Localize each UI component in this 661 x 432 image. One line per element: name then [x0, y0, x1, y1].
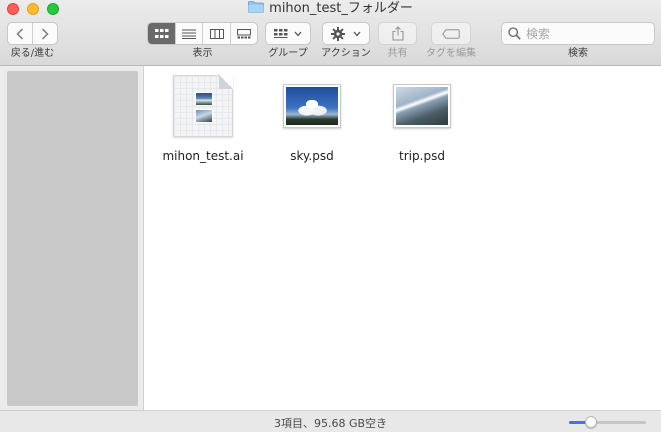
back-forward-control — [7, 22, 58, 45]
group-grid-icon — [274, 28, 288, 38]
document-icon — [173, 75, 233, 137]
list-icon — [182, 29, 197, 39]
file-thumbnail[interactable] — [372, 74, 472, 138]
window-toolbar: mihon_test_フォルダー 戻る/進む 表示 グループ アクション 共有 … — [0, 0, 661, 66]
edit-tags-button[interactable] — [431, 22, 471, 45]
search-icon — [508, 27, 521, 40]
window-title-text: mihon_test_フォルダー — [269, 1, 413, 16]
sidebar-list[interactable] — [7, 71, 138, 406]
view-list-button[interactable] — [175, 23, 202, 44]
tag-icon — [442, 28, 460, 39]
file-name[interactable]: sky.psd — [262, 149, 362, 163]
action-label: アクション — [321, 48, 371, 59]
status-text: 3項目、95.68 GB空き — [273, 417, 388, 430]
file-browser[interactable]: mihon_test.ai sky.psd trip.psd — [145, 66, 661, 410]
status-bar: 3項目、95.68 GB空き — [0, 410, 661, 432]
back-button[interactable] — [8, 23, 32, 44]
file-name[interactable]: mihon_test.ai — [153, 149, 253, 163]
share-icon — [391, 26, 404, 41]
action-button[interactable] — [322, 22, 370, 45]
forward-button[interactable] — [32, 23, 57, 44]
view-mode-control — [147, 22, 258, 45]
file-item[interactable]: trip.psd — [372, 74, 472, 163]
view-gallery-button[interactable] — [229, 23, 257, 44]
chevron-right-icon — [42, 27, 49, 40]
columns-icon — [209, 28, 224, 39]
trip-photo-thumbnail — [393, 84, 451, 128]
group-label: グループ — [268, 48, 308, 59]
view-columns-button[interactable] — [202, 23, 229, 44]
view-label: 表示 — [192, 48, 213, 59]
icon-grid-icon — [154, 28, 169, 38]
file-thumbnail[interactable] — [262, 74, 362, 138]
sidebar — [0, 66, 144, 410]
folder-icon — [248, 1, 265, 13]
chevron-left-icon — [16, 27, 24, 40]
file-thumbnail[interactable] — [153, 74, 253, 138]
nav-label: 戻る/進む — [10, 48, 55, 59]
file-item[interactable]: mihon_test.ai — [153, 74, 253, 163]
file-item[interactable]: sky.psd — [262, 74, 362, 163]
sky-photo-thumbnail — [283, 84, 341, 128]
tags-label: タグを編集 — [426, 48, 476, 59]
icon-size-slider[interactable] — [569, 416, 646, 428]
search-label: 検索 — [568, 48, 588, 59]
share-label: 共有 — [387, 48, 408, 59]
search-field[interactable] — [501, 22, 655, 45]
file-name[interactable]: trip.psd — [372, 149, 472, 163]
gallery-icon — [236, 28, 251, 38]
search-input[interactable] — [526, 26, 646, 41]
view-icons-button[interactable] — [148, 23, 176, 44]
chevron-down-icon — [294, 31, 302, 36]
group-button[interactable] — [265, 22, 311, 45]
share-button[interactable] — [378, 22, 417, 45]
gear-icon — [331, 26, 345, 41]
window-title: mihon_test_フォルダー — [0, 1, 661, 17]
chevron-down-icon — [353, 31, 361, 36]
